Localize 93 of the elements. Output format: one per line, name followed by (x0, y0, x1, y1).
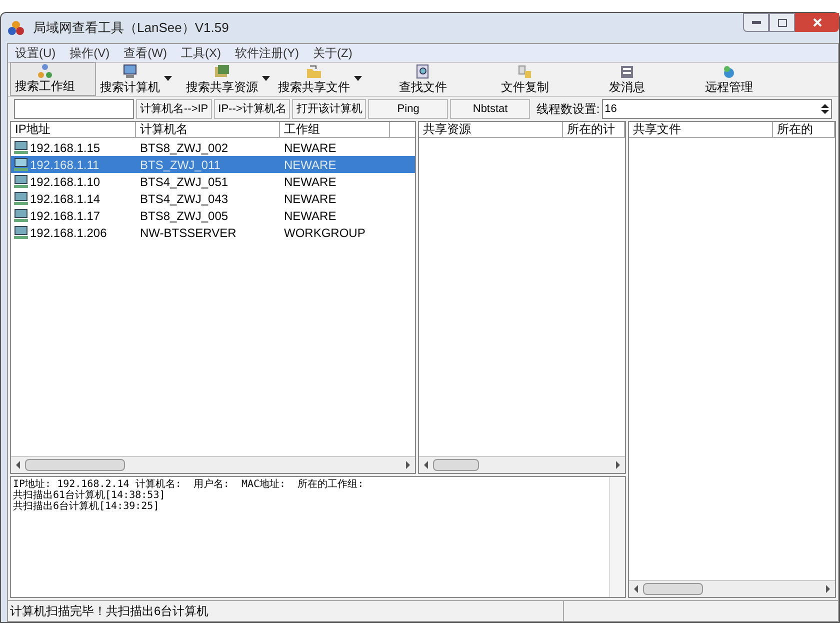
workgroup-cell-text: NEWARE (283, 190, 338, 208)
workgroup-cell-text: NEWARE (283, 156, 338, 174)
toolbar-button[interactable]: 文件复制 (480, 64, 570, 96)
scroll-thumb[interactable] (433, 459, 479, 471)
workgroup-cell-text: NEWARE (283, 174, 338, 190)
column-header[interactable]: IP地址 (11, 122, 136, 137)
find-icon (415, 64, 431, 80)
status-text: 计算机扫描完毕！共扫描出6台计算机 (8, 601, 564, 621)
tool-button[interactable]: 计算机名-->IP (136, 99, 212, 119)
computer-icon (14, 209, 28, 222)
close-icon (812, 18, 822, 27)
ip-cell-text: 192.168.1.14 (30, 190, 100, 208)
computer-icon (14, 141, 28, 154)
scroll-right-icon (615, 461, 621, 469)
minimize-button[interactable] (743, 13, 769, 32)
ip-cell-text: 192.168.1.17 (30, 208, 100, 224)
window-title: 局域网查看工具（LanSee）V1.59 (33, 19, 229, 38)
scroll-left-icon (15, 461, 21, 469)
app-logo-icon (7, 20, 25, 36)
group-icon (37, 63, 53, 79)
toolbar-button[interactable]: 搜索共享资源 (182, 64, 274, 96)
column-header[interactable]: 所在的 (773, 122, 835, 137)
column-header[interactable]: 共享资源 (419, 122, 563, 137)
maximize-button[interactable] (769, 13, 795, 32)
folder-icon (306, 64, 322, 80)
name-cell-text: BTS4_ZWJ_043 (139, 190, 230, 208)
workgroup-cell-text: NEWARE (283, 140, 338, 156)
horizontal-scrollbar[interactable] (11, 456, 415, 473)
computer-row[interactable]: 192.168.1.17 BTS8_ZWJ_005 NEWARE (11, 207, 415, 224)
scroll-left-icon (423, 461, 429, 469)
workgroup-cell-text: WORKGROUP (283, 224, 366, 242)
ip-cell-text: 192.168.1.11 (30, 156, 100, 174)
horizontal-scrollbar[interactable] (629, 580, 835, 597)
toolbar-button[interactable]: 查找文件 (378, 64, 468, 96)
ip-cell-text: 192.168.1.10 (30, 174, 100, 190)
message-icon (619, 64, 635, 80)
tool-button[interactable]: Ping (368, 99, 448, 119)
computer-icon (14, 192, 28, 205)
toolbar-button[interactable]: 发消息 (582, 64, 672, 96)
computer-row[interactable]: 192.168.1.15 BTS8_ZWJ_002 NEWARE (11, 139, 415, 156)
name-cell-text: BTS4_ZWJ_051 (139, 174, 230, 190)
dropdown-arrow-icon (262, 76, 270, 81)
scroll-thumb[interactable] (643, 583, 703, 595)
toolbar-button[interactable]: 搜索共享文件 (274, 64, 366, 96)
toolbar-button[interactable]: 搜索工作组 (10, 62, 96, 96)
dropdown-arrow-icon (354, 76, 362, 81)
copy-icon (517, 64, 533, 80)
computer-row[interactable]: 192.168.1.10 BTS4_ZWJ_051 NEWARE (11, 173, 415, 190)
log-line: 共扫描出6台计算机[14:39:25] (13, 501, 160, 512)
menu-item[interactable]: 操作(V) (62, 44, 117, 62)
menu-item[interactable]: 设置(U) (8, 44, 63, 62)
ip-cell-text: 192.168.1.15 (30, 140, 100, 156)
menu-item[interactable]: 软件注册(Y) (228, 44, 306, 62)
computer-row[interactable]: 192.168.1.14 BTS4_ZWJ_043 NEWARE (11, 190, 415, 207)
horizontal-scrollbar[interactable] (419, 456, 625, 473)
tool-button[interactable]: IP-->计算机名 (214, 99, 290, 119)
workgroup-cell-text: NEWARE (283, 208, 338, 224)
column-header[interactable]: 计算机名 (136, 122, 280, 137)
computer-icon (122, 64, 138, 80)
name-cell-text: BTS8_ZWJ_005 (139, 208, 230, 224)
vertical-scrollbar[interactable] (609, 477, 625, 597)
spin-arrows-icon (821, 103, 829, 115)
minimize-icon (752, 21, 760, 24)
ip-cell-text: 192.168.1.206 (30, 224, 107, 242)
column-header[interactable]: 所在的计 (563, 122, 625, 137)
menu-item[interactable]: 关于(Z) (306, 44, 360, 62)
threads-label: 线程数设置: (536, 101, 600, 118)
maximize-icon (778, 18, 786, 26)
toolbar-button[interactable]: 远程管理 (684, 64, 774, 96)
column-header[interactable]: 共享文件 (629, 122, 773, 137)
tool-button[interactable]: 打开该计算机 (292, 99, 366, 119)
dropdown-arrow-icon (164, 76, 172, 81)
column-header[interactable]: 工作组 (280, 122, 390, 137)
scroll-thumb[interactable] (25, 459, 125, 471)
threads-spinbox[interactable]: 16 (602, 99, 832, 119)
computer-input-field[interactable] (14, 99, 134, 119)
computer-icon (14, 158, 28, 171)
log-line: IP地址: 192.168.2.14 计算机名: 用户名: MAC地址: 所在的工作组: (13, 479, 365, 490)
computer-icon (14, 226, 28, 239)
computer-row[interactable]: 192.168.1.206 NW-BTSSERVER WORKGROUP (11, 224, 415, 241)
menu-item[interactable]: 工具(X) (174, 44, 228, 62)
menu-item[interactable]: 查看(W) (116, 44, 174, 62)
name-cell-text: NW-BTSSERVER (139, 224, 238, 242)
scroll-right-icon (825, 585, 831, 593)
close-button[interactable] (795, 13, 839, 32)
toolbar-button[interactable]: 搜索计算机 (96, 64, 182, 96)
name-cell-text: BTS8_ZWJ_002 (139, 140, 230, 156)
scroll-left-icon (633, 585, 639, 593)
tool-button[interactable]: Nbtstat (450, 99, 530, 119)
computer-icon (14, 175, 28, 188)
log-line: 共扫描出61台计算机[14:38:53] (13, 490, 166, 501)
name-cell-text: BTS_ZWJ_011 (139, 156, 222, 174)
scroll-right-icon (405, 461, 411, 469)
